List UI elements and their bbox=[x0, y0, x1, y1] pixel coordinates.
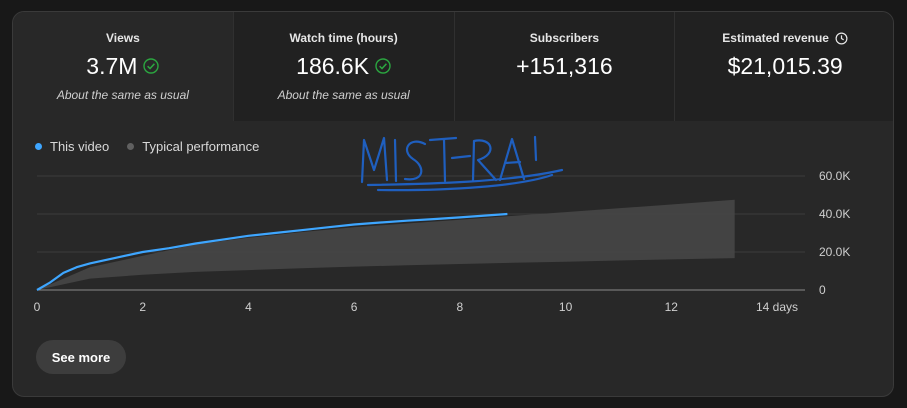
y-tick-label: 60.0K bbox=[819, 169, 850, 183]
clock-icon bbox=[835, 32, 848, 45]
performance-chart[interactable]: 0 20.0K 40.0K 60.0K 0 2 4 6 8 10 12 14 days bbox=[13, 142, 894, 322]
tab-subscribers[interactable]: Subscribers +151,316 bbox=[454, 12, 676, 121]
tab-value: +151,316 bbox=[516, 52, 613, 79]
check-circle-icon bbox=[375, 58, 391, 74]
tab-label: Subscribers bbox=[529, 31, 600, 45]
tab-views[interactable]: Views 3.7M About the same as usual bbox=[13, 12, 234, 121]
x-tick-label: 8 bbox=[457, 300, 464, 314]
tab-estimated-revenue[interactable]: Estimated revenue $21,015.39 bbox=[675, 12, 893, 121]
tab-label: Estimated revenue bbox=[675, 31, 893, 45]
metric-tabs: Views 3.7M About the same as usual Watch… bbox=[13, 12, 893, 121]
tab-note: About the same as usual bbox=[56, 88, 189, 102]
y-tick-label: 20.0K bbox=[819, 245, 850, 259]
tab-value: 3.7M bbox=[13, 52, 233, 80]
x-tick-label: 0 bbox=[34, 300, 41, 314]
tab-label: Watch time (hours) bbox=[289, 31, 398, 45]
tab-label: Views bbox=[105, 31, 140, 45]
tab-value: 186.6K bbox=[234, 52, 454, 80]
x-tick-label: 10 bbox=[559, 300, 573, 314]
analytics-card: Views 3.7M About the same as usual Watch… bbox=[12, 11, 894, 397]
tab-note: About the same as usual bbox=[277, 88, 410, 102]
tab-watch-time[interactable]: Watch time (hours) 186.6K About the same… bbox=[233, 12, 455, 121]
x-tick-label: 4 bbox=[245, 300, 252, 314]
see-more-button[interactable]: See more bbox=[36, 340, 126, 374]
x-tick-label: 12 bbox=[665, 300, 679, 314]
y-tick-label: 0 bbox=[819, 283, 826, 297]
x-tick-label: 14 days bbox=[756, 300, 798, 314]
typical-performance-band bbox=[37, 199, 735, 290]
tab-value: $21,015.39 bbox=[727, 52, 843, 79]
y-tick-label: 40.0K bbox=[819, 207, 850, 221]
x-tick-label: 6 bbox=[351, 300, 358, 314]
x-tick-label: 2 bbox=[139, 300, 146, 314]
check-circle-icon bbox=[143, 58, 160, 74]
